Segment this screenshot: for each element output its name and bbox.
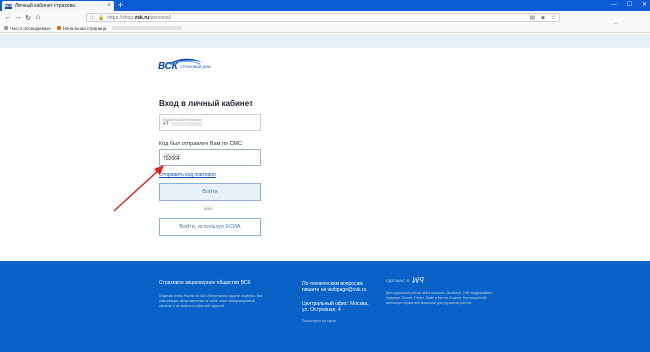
sms-code-field[interactable]: СМС-код 702664 <box>159 149 261 166</box>
esia-login-button[interactable]: Войти, используя ЕСИА <box>159 218 261 236</box>
sms-caption: Код был отправлен Вам по СМС <box>159 141 242 147</box>
url-domain: vsk.ru <box>134 14 150 21</box>
browser-tab-bar: ВСК Личный кабинет страхова × + — ☐ ✕ <box>0 0 650 11</box>
vsk-logo[interactable]: ВСК страховой дом <box>158 56 228 76</box>
url-prefix: https:// <box>107 14 123 21</box>
blurred-phone <box>171 122 202 126</box>
forward-icon[interactable]: → <box>13 14 23 21</box>
made-by-label: СДЕЛАНО В <box>386 278 410 283</box>
logo-subtitle: страховой дом <box>180 65 211 69</box>
bookmark-label: Часто посещаемые <box>10 25 51 31</box>
reload-icon[interactable]: ↻ <box>23 14 33 22</box>
page-top-strip <box>0 34 650 48</box>
footer-map-link[interactable]: Посмотреть на карте <box>302 318 336 324</box>
annotation-arrow-icon <box>113 165 164 212</box>
new-tab-icon[interactable]: + <box>118 0 123 10</box>
phone-field[interactable]: Мобильный телефон +7 <box>159 114 261 131</box>
login-button[interactable]: Войти <box>159 183 261 201</box>
bookmarks-bar: Часто посещаемые Начальная страница <box>0 24 650 33</box>
minimize-icon[interactable]: — <box>611 0 617 10</box>
or-separator: или <box>204 206 212 211</box>
url-path: /personal/ <box>149 14 172 21</box>
footer-right-text: Для корректной работы сайта включите Jav… <box>386 291 493 306</box>
footer-company: Страховое акционерное общество ВСК <box>159 280 251 286</box>
reader-view-icon[interactable]: ▤ <box>530 15 535 21</box>
tab-title: Личный кабинет страхова <box>15 3 75 9</box>
footer-office: Центральный офис: Москва, ул. Островная,… <box>302 301 369 313</box>
info-icon[interactable]: ⓘ <box>90 14 95 21</box>
gear-icon <box>4 26 8 30</box>
window-controls: — ☐ ✕ <box>611 0 647 10</box>
window-close-icon[interactable]: ✕ <box>642 0 647 10</box>
phone-value: +7 <box>163 121 169 127</box>
lock-icon[interactable]: 🔒 <box>98 15 104 21</box>
close-tab-icon[interactable]: × <box>107 3 111 9</box>
pocket-icon[interactable]: ◈ <box>541 15 545 21</box>
footer-legal: Лицензия Банка России № 0621 (бессрочная… <box>159 294 263 309</box>
footer-tech-support[interactable]: По техническим вопросам пишите на webpag… <box>302 281 372 293</box>
page-title: Вход в личный кабинет <box>159 99 253 108</box>
agency-logo-icon: ꟽꟼ <box>412 276 424 285</box>
blurred-bookmarks <box>112 26 183 30</box>
url-host: shop. <box>122 14 135 21</box>
bookmark-label: Начальная страница <box>62 25 107 31</box>
back-icon[interactable]: ← <box>3 14 13 21</box>
site-footer: Страховое акционерное общество ВСК Лицен… <box>0 261 650 352</box>
footer-made-by[interactable]: СДЕЛАНО В ꟽꟼ <box>386 276 424 285</box>
url-bar[interactable]: ⓘ 🔒 https:// shop. vsk.ru /personal/ ▤ ◈… <box>86 13 560 22</box>
browser-toolbar: ← → ↻ ⌂ ⓘ 🔒 https:// shop. vsk.ru /perso… <box>0 11 650 31</box>
site-favicon-icon: ВСК <box>5 3 13 9</box>
logo-brand: ВСК <box>158 61 178 72</box>
home-icon[interactable]: ⌂ <box>33 14 43 21</box>
bookmark-star-icon[interactable]: ☆ <box>551 15 556 21</box>
firefox-icon <box>56 26 61 30</box>
maximize-icon[interactable]: ☐ <box>627 0 632 10</box>
bookmark-most-visited[interactable]: Часто посещаемые <box>4 26 51 31</box>
phone-value-wrap: +7 <box>163 121 202 127</box>
bookmark-start-page[interactable]: Начальная страница <box>56 25 107 31</box>
browser-tab[interactable]: ВСК Личный кабинет страхова × <box>2 1 114 11</box>
